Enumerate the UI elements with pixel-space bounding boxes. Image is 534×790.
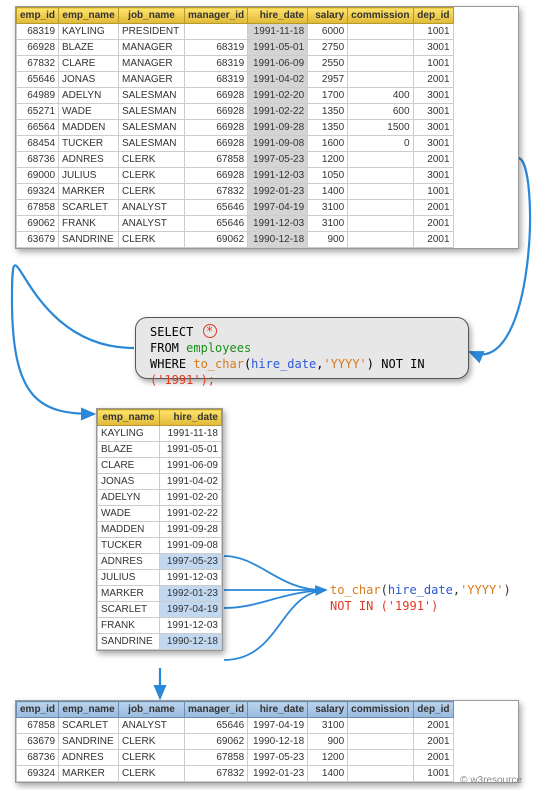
table-row: KAYLING1991-11-18	[98, 426, 222, 442]
col-emp_id: emp_id	[17, 702, 59, 718]
col-emp_name: emp_name	[59, 8, 119, 24]
col-emp_id: emp_id	[17, 8, 59, 24]
table-row: 68736ADNRESCLERK678581997-05-2312002001	[17, 152, 454, 168]
table-row: 65271WADESALESMAN669281991-02-2213506003…	[17, 104, 454, 120]
col-dep_id: dep_id	[413, 702, 453, 718]
table-row: TUCKER1991-09-08	[98, 538, 222, 554]
col-emp_name: emp_name	[98, 410, 160, 426]
table-row: 69062FRANKANALYST656461991-12-0331002001	[17, 216, 454, 232]
table-row: WADE1991-02-22	[98, 506, 222, 522]
col-manager_id: manager_id	[185, 8, 248, 24]
col-commission: commission	[348, 8, 413, 24]
table-row: ADNRES1997-05-23	[98, 554, 222, 570]
table-row: 67858SCARLETANALYST656461997-04-19310020…	[17, 718, 454, 734]
sql-select: SELECT	[150, 325, 193, 339]
sql-lit: ('1991');	[150, 373, 215, 387]
sql-star-icon: *	[203, 324, 217, 338]
sql-fn: to_char	[193, 357, 244, 371]
table-row: 64989ADELYNSALESMAN669281991-02-20170040…	[17, 88, 454, 104]
col-hire_date: hire_date	[160, 410, 222, 426]
employees-table: emp_idemp_namejob_namemanager_idhire_dat…	[15, 6, 519, 249]
col-salary: salary	[308, 702, 348, 718]
projection-table: emp_namehire_date KAYLING1991-11-18BLAZE…	[96, 408, 223, 651]
col-salary: salary	[308, 8, 348, 24]
annot-notin: NOT IN ('1991')	[330, 598, 511, 614]
table-row: 69324MARKERCLERK678321992-01-2314001001	[17, 184, 454, 200]
table-row: 68319KAYLINGPRESIDENT1991-11-1860001001	[17, 24, 454, 40]
table-row: JULIUS1991-12-03	[98, 570, 222, 586]
col-commission: commission	[348, 702, 413, 718]
table-row: ADELYN1991-02-20	[98, 490, 222, 506]
sql-query-box: SELECT * FROM employees WHERE to_char(hi…	[135, 317, 469, 379]
table-row: 66564MADDENSALESMAN669281991-09-28135015…	[17, 120, 454, 136]
col-dep_id: dep_id	[413, 8, 453, 24]
table-row: SANDRINE1990-12-18	[98, 634, 222, 650]
footer-credit: © w3resource	[460, 775, 522, 786]
sql-from: FROM	[150, 341, 179, 355]
table-row: 69324MARKERCLERK678321992-01-2314001001	[17, 766, 454, 782]
col-hire_date: hire_date	[248, 702, 308, 718]
table-row: 63679SANDRINECLERK690621990-12-189002001	[17, 734, 454, 750]
sql-arg: 'YYYY'	[323, 357, 366, 371]
col-job_name: job_name	[119, 702, 185, 718]
table-row: 65646JONASMANAGER683191991-04-0229572001	[17, 72, 454, 88]
table-row: SCARLET1997-04-19	[98, 602, 222, 618]
annot-fn: to_char	[330, 583, 381, 597]
sql-where: WHERE	[150, 357, 186, 371]
col-hire_date: hire_date	[248, 8, 308, 24]
annot-col: hire_date	[388, 583, 453, 597]
col-manager_id: manager_id	[185, 702, 248, 718]
table-row: BLAZE1991-05-01	[98, 442, 222, 458]
col-emp_name: emp_name	[59, 702, 119, 718]
table-row: JONAS1991-04-02	[98, 474, 222, 490]
result-table: emp_idemp_namejob_namemanager_idhire_dat…	[15, 700, 519, 783]
table-row: 67832CLAREMANAGER683191991-06-0925501001	[17, 56, 454, 72]
table-row: 68454TUCKERSALESMAN669281991-09-08160003…	[17, 136, 454, 152]
annot-arg: 'YYYY'	[460, 583, 503, 597]
table-row: MADDEN1991-09-28	[98, 522, 222, 538]
table-row: FRANK1991-12-03	[98, 618, 222, 634]
table-row: 68736ADNRESCLERK678581997-05-2312002001	[17, 750, 454, 766]
table-row: MARKER1992-01-23	[98, 586, 222, 602]
table-row: 66928BLAZEMANAGER683191991-05-0127503001	[17, 40, 454, 56]
table-row: CLARE1991-06-09	[98, 458, 222, 474]
sql-table: employees	[186, 341, 251, 355]
table-row: 69000JULIUSCLERK669281991-12-0310503001	[17, 168, 454, 184]
col-job_name: job_name	[119, 8, 185, 24]
filter-annotation: to_char(hire_date,'YYYY') NOT IN ('1991'…	[330, 582, 511, 614]
table-row: 67858SCARLETANALYST656461997-04-19310020…	[17, 200, 454, 216]
sql-notin: NOT IN	[381, 357, 424, 371]
table-row: 63679SANDRINECLERK690621990-12-189002001	[17, 232, 454, 248]
sql-col: hire_date	[251, 357, 316, 371]
